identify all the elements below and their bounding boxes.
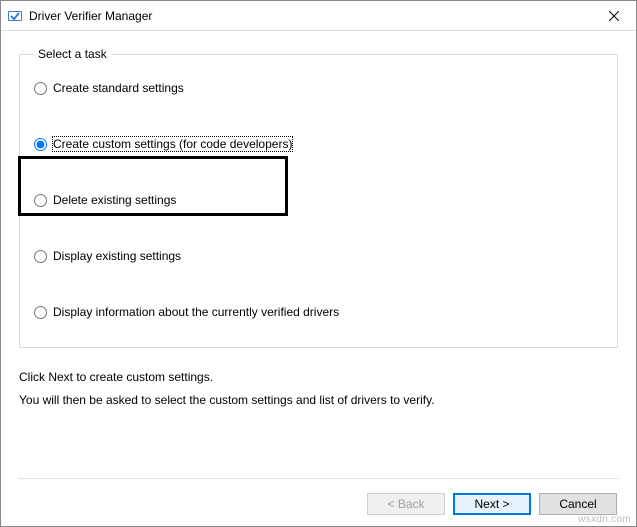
radio-input-create-custom[interactable] (34, 138, 47, 151)
radio-display-info[interactable]: Display information about the currently … (34, 305, 603, 319)
instructions-line2: You will then be asked to select the cus… (19, 389, 618, 412)
radio-label-delete-existing: Delete existing settings (53, 193, 176, 207)
selection-highlight (18, 156, 288, 216)
radio-input-display-existing[interactable] (34, 250, 47, 263)
instructions-line1: Click Next to create custom settings. (19, 366, 618, 389)
button-separator (18, 478, 619, 479)
cancel-button[interactable]: Cancel (539, 493, 617, 515)
app-icon (7, 8, 23, 24)
group-legend: Select a task (34, 47, 111, 61)
close-button[interactable] (591, 1, 636, 31)
back-button[interactable]: < Back (367, 493, 445, 515)
radio-input-delete-existing[interactable] (34, 194, 47, 207)
watermark: wsxdn.com (578, 514, 631, 525)
radio-input-display-info[interactable] (34, 306, 47, 319)
next-button[interactable]: Next > (453, 493, 531, 515)
task-group: Select a task Create standard settings C… (19, 47, 618, 348)
radio-label-create-standard: Create standard settings (53, 81, 184, 95)
radio-label-display-info: Display information about the currently … (53, 305, 339, 319)
radio-label-create-custom: Create custom settings (for code develop… (53, 137, 292, 151)
radio-label-display-existing: Display existing settings (53, 249, 181, 263)
instructions: Click Next to create custom settings. Yo… (19, 366, 618, 412)
content-area: Select a task Create standard settings C… (1, 31, 636, 412)
close-icon (609, 11, 619, 21)
radio-display-existing[interactable]: Display existing settings (34, 249, 603, 263)
radio-input-create-standard[interactable] (34, 82, 47, 95)
radio-create-custom[interactable]: Create custom settings (for code develop… (34, 137, 603, 151)
radio-create-standard[interactable]: Create standard settings (34, 81, 603, 95)
radio-delete-existing[interactable]: Delete existing settings (34, 193, 603, 207)
window-title: Driver Verifier Manager (29, 9, 591, 23)
titlebar: Driver Verifier Manager (1, 1, 636, 31)
button-bar: < Back Next > Cancel (367, 483, 617, 515)
